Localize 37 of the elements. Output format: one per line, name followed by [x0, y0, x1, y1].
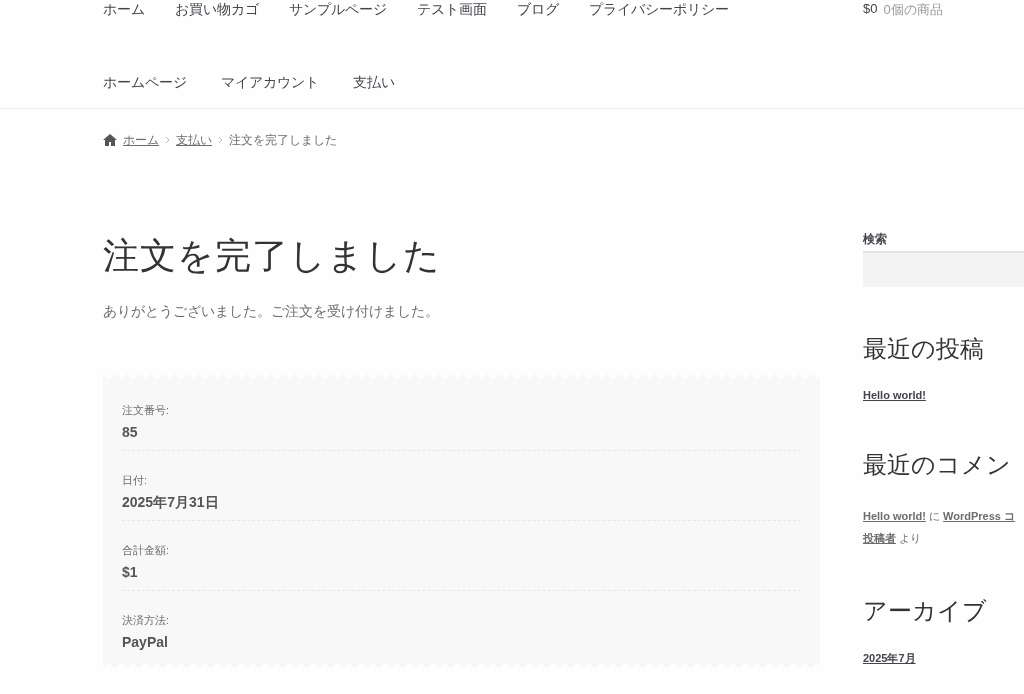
- author-link[interactable]: 投稿者: [863, 532, 896, 544]
- widget-title: アーカイブ: [863, 596, 988, 626]
- detail-value: $1: [122, 564, 139, 580]
- post-link[interactable]: Hello world!: [863, 389, 926, 401]
- cart-amount[interactable]: $0: [863, 1, 878, 19]
- detail-label: 注文番号:: [122, 403, 171, 418]
- breadcrumb-current: 注文を完了しました: [229, 131, 337, 149]
- post-link[interactable]: Hello world!: [863, 510, 926, 522]
- nav-link[interactable]: 支払い: [353, 74, 395, 92]
- widget-title: 最近のコメン: [863, 450, 1012, 480]
- nav-link[interactable]: マイアカウント: [221, 74, 319, 92]
- nav-link[interactable]: お買い物カゴ: [175, 1, 259, 19]
- search-label: 検索: [863, 231, 888, 248]
- nav-link[interactable]: ホームページ: [103, 74, 187, 92]
- nav-link[interactable]: プライバシーポリシー: [589, 1, 729, 19]
- detail-value: PayPal: [122, 634, 169, 650]
- comment-entry: Hello world! に WordPress コ 投稿者 より: [863, 509, 1016, 546]
- breadcrumb-link[interactable]: 支払い: [176, 131, 212, 149]
- thank-you-message: ありがとうございました。ご注文を受け付けました。: [103, 303, 440, 321]
- search-field[interactable]: [863, 251, 1024, 287]
- breadcrumb-link[interactable]: ホーム: [123, 131, 159, 149]
- detail-label: 決済方法:: [122, 613, 171, 628]
- nav-link[interactable]: ブログ: [517, 1, 559, 19]
- home-icon: [103, 134, 117, 146]
- detail-value: 2025年7月31日: [122, 494, 220, 512]
- detail-label: 日付:: [122, 473, 149, 488]
- chevron-icon: [165, 135, 170, 144]
- chevron-icon: [218, 135, 223, 144]
- nav-link[interactable]: ホーム: [103, 1, 145, 19]
- detail-value: 85: [122, 424, 139, 440]
- archive-link[interactable]: 2025年7月: [863, 651, 916, 666]
- page-title: 注文を完了しました: [103, 234, 442, 278]
- detail-label: 合計金額:: [122, 543, 171, 558]
- widget-title: 最近の投稿: [863, 334, 985, 364]
- nav-link[interactable]: サンプルページ: [289, 1, 387, 19]
- author-link[interactable]: WordPress コ: [943, 510, 1015, 522]
- nav-link[interactable]: テスト画面: [417, 1, 487, 19]
